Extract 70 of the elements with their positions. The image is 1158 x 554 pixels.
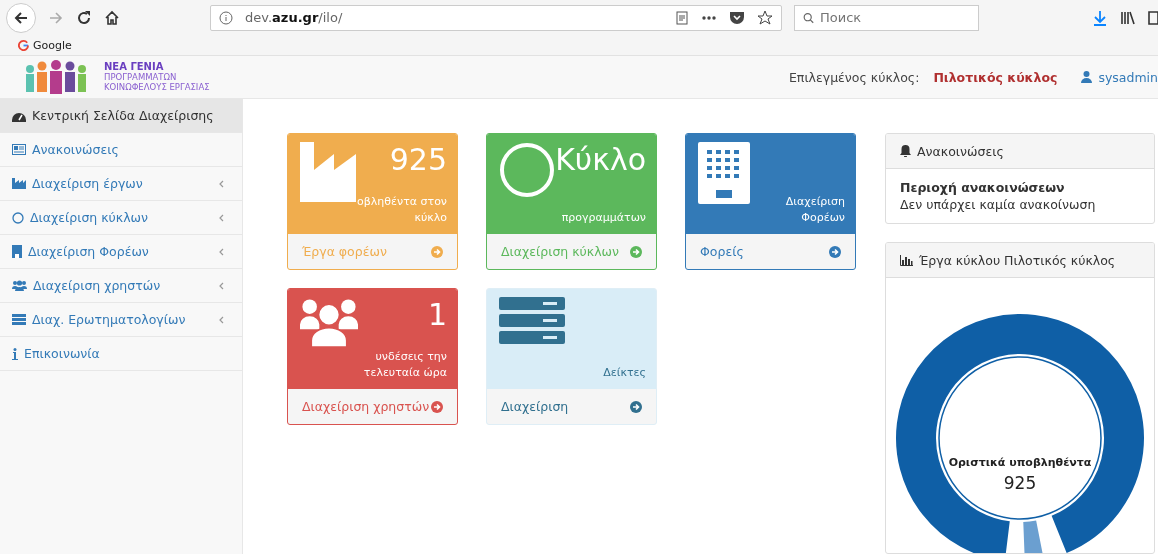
circle-icon [12,211,24,224]
sidebar-item[interactable]: Διαχείριση Φορέων [0,235,242,269]
cycle-value: Πιλοτικός κύκλος [933,69,1058,85]
sidebar-item[interactable]: Διαχείριση κύκλων [0,201,242,235]
arrow-circle-icon [431,245,443,258]
panel-title: Έργα κύκλου Πιλοτικός κύκλος [919,252,1116,268]
donut-center-label: Οριστικά υποβληθέντα [948,456,1092,469]
info-icon [12,347,18,360]
announcements-heading: Περιοχή ανακοινώσεων [900,179,1066,196]
google-icon [18,39,29,51]
cycle-label: Επιλεγμένος κύκλος: [788,69,920,85]
factory-icon [12,178,26,189]
info-icon [219,10,233,25]
bell-icon [900,145,911,157]
sidebar-item[interactable]: Διαχείριση έργων [0,167,242,201]
announcements-text: Δεν υπάρχει καμία ανακοίνωση [900,196,1097,213]
sidebar-item[interactable]: Διαχ. Ερωτηματολογίων [0,303,242,337]
search-icon [803,10,814,25]
server-icon [499,297,565,345]
tile-value: 925 [389,142,447,178]
back-arrow-icon [13,9,29,26]
arrow-circle-icon [630,245,642,258]
pocket-icon[interactable] [729,10,745,25]
tile-link[interactable]: Διαχείριση χρηστών [288,389,457,424]
tile-link[interactable]: Διαχείριση [487,389,656,424]
sidebar-item[interactable]: Κεντρική Σελίδα Διαχείρισης [0,99,242,133]
users-icon [12,280,27,291]
sidebar-item[interactable]: Διαχείριση χρηστών [0,269,242,303]
bar-chart-icon [900,254,913,266]
tile-caption: υνδέσεις την τελευταία ώρα [362,349,447,381]
address-bar[interactable]: dev.azu.gr/ilo/ [210,4,782,31]
logo-text: ΚΟΙΝΩΦΕΛΟΥΣ ΕΡΓΑΣΙΑΣ [104,82,210,92]
arrow-circle-icon [630,400,642,413]
back-button[interactable] [6,2,36,33]
sidebar-item[interactable]: Επικοινωνία [0,337,242,371]
users-icon [300,297,358,347]
building-icon [12,245,22,258]
search-input[interactable]: Поиск [820,6,970,29]
sidebar-icon[interactable] [1148,10,1158,25]
tile-link[interactable]: Φορείς [686,234,855,269]
arrow-circle-icon [431,400,443,413]
newspaper-icon [12,144,26,155]
search-bar[interactable]: Поиск [794,4,979,31]
user-icon [1081,71,1093,83]
bookmark[interactable]: Google [18,38,72,52]
tile-caption: προγραμμάτων [561,210,646,226]
arrow-circle-icon [829,245,841,258]
home-icon[interactable] [104,9,120,26]
tile-link[interactable]: Διαχείριση κύκλων [487,234,656,269]
user-link[interactable]: sysadmin [1081,69,1158,85]
download-icon[interactable] [1092,9,1108,26]
donut-center-value: 925 [1003,473,1037,493]
building-icon [698,142,750,204]
factory-icon [300,142,356,202]
more-icon[interactable] [701,14,717,21]
tile-caption: Δείκτες [603,365,646,381]
logo-text: ΝΕΑ ΓΕΝΙΑ [104,62,165,72]
library-icon[interactable] [1120,9,1136,26]
tile-value: Κύκλο [555,142,646,178]
url-text: dev.azu.gr/ilo/ [245,10,343,25]
circle-icon [499,142,555,198]
tile-caption: Διαχείριση Φορέων [784,194,845,226]
tile-caption: οβληθέντα στον κύκλο [356,194,447,226]
tile-value: 1 [427,297,447,333]
sidebar-item[interactable]: Ανακοινώσεις [0,133,242,167]
logo-text: ΠΡΟΓΡΑΜΜΑΤΩΝ [104,72,178,82]
star-icon[interactable] [757,9,773,26]
list-icon [12,314,26,325]
reload-icon[interactable] [76,9,92,26]
panel-title: Ανακοινώσεις [917,143,1004,159]
